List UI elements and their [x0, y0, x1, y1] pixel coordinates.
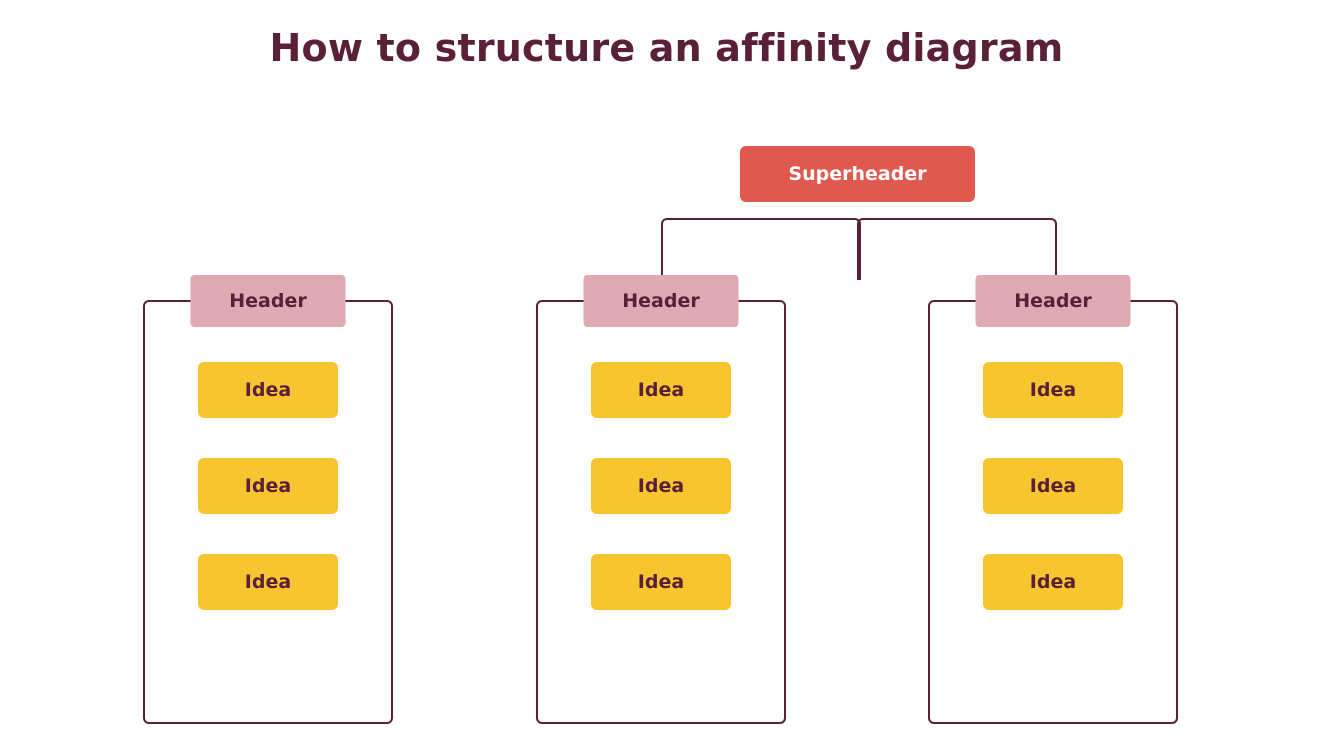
page-title: How to structure an affinity diagram — [0, 26, 1333, 70]
column-1-header: Header — [191, 275, 346, 327]
column-2-header-label: Header — [622, 290, 699, 312]
idea-card: Idea — [198, 458, 338, 514]
connector-left — [661, 218, 861, 280]
idea-card: Idea — [591, 554, 731, 610]
idea-label: Idea — [245, 379, 291, 401]
idea-card: Idea — [198, 554, 338, 610]
idea-card: Idea — [983, 362, 1123, 418]
idea-label: Idea — [245, 475, 291, 497]
idea-label: Idea — [1030, 571, 1076, 593]
affinity-diagram: How to structure an affinity diagram Sup… — [0, 0, 1333, 752]
idea-label: Idea — [1030, 475, 1076, 497]
idea-card: Idea — [591, 362, 731, 418]
superheader-box: Superheader — [740, 146, 975, 202]
idea-card: Idea — [983, 554, 1123, 610]
superheader-label: Superheader — [788, 163, 926, 185]
idea-label: Idea — [1030, 379, 1076, 401]
column-2-ideas: Idea Idea Idea — [538, 362, 784, 712]
idea-label: Idea — [638, 571, 684, 593]
column-2: Header Idea Idea Idea — [536, 300, 786, 724]
idea-card: Idea — [198, 362, 338, 418]
idea-label: Idea — [638, 475, 684, 497]
column-3-header: Header — [976, 275, 1131, 327]
idea-label: Idea — [638, 379, 684, 401]
column-1-ideas: Idea Idea Idea — [145, 362, 391, 712]
idea-card: Idea — [591, 458, 731, 514]
column-3-ideas: Idea Idea Idea — [930, 362, 1176, 712]
column-3-header-label: Header — [1014, 290, 1091, 312]
idea-card: Idea — [983, 458, 1123, 514]
idea-label: Idea — [245, 571, 291, 593]
column-1: Header Idea Idea Idea — [143, 300, 393, 724]
connector-right — [857, 218, 1057, 280]
column-3: Header Idea Idea Idea — [928, 300, 1178, 724]
column-2-header: Header — [584, 275, 739, 327]
column-1-header-label: Header — [229, 290, 306, 312]
